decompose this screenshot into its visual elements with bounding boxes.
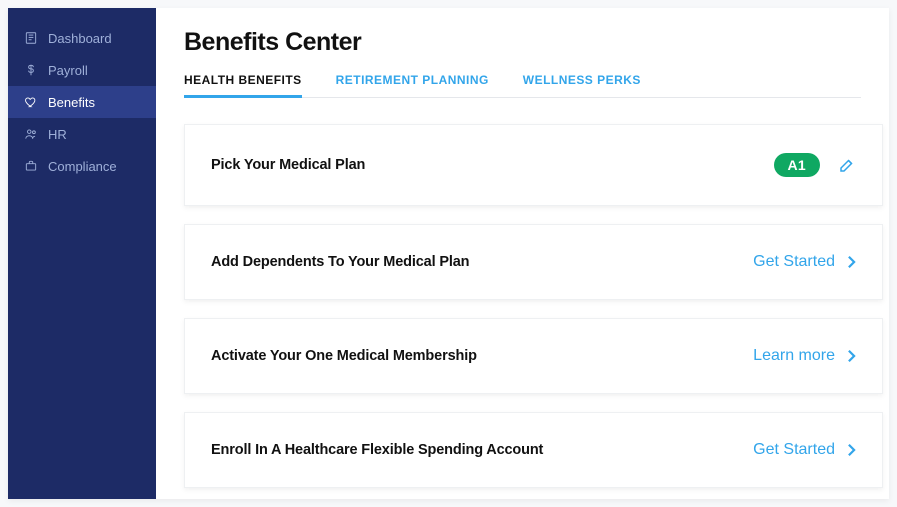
action-label: Get Started — [753, 253, 835, 271]
card-actions: Get Started — [753, 441, 856, 459]
card-add-dependents[interactable]: Add Dependents To Your Medical Plan Get … — [184, 224, 883, 300]
card-pick-medical-plan[interactable]: Pick Your Medical Plan A1 — [184, 124, 883, 206]
tab-health-benefits[interactable]: HEALTH BENEFITS — [184, 73, 302, 97]
action-label: Get Started — [753, 441, 835, 459]
dashboard-icon — [24, 31, 38, 45]
sidebar-item-compliance[interactable]: Compliance — [8, 150, 156, 182]
sidebar-item-payroll[interactable]: Payroll — [8, 54, 156, 86]
card-one-medical[interactable]: Activate Your One Medical Membership Lea… — [184, 318, 883, 394]
dollar-icon — [24, 63, 38, 77]
sidebar-item-benefits[interactable]: Benefits — [8, 86, 156, 118]
sidebar-item-label: Benefits — [48, 96, 95, 109]
sidebar-item-dashboard[interactable]: Dashboard — [8, 22, 156, 54]
main-content: Benefits Center HEALTH BENEFITS RETIREME… — [156, 8, 889, 499]
tab-label: RETIREMENT PLANNING — [336, 73, 489, 87]
learn-more-link[interactable]: Learn more — [753, 347, 856, 365]
card-title: Enroll In A Healthcare Flexible Spending… — [211, 442, 543, 458]
sidebar-item-label: HR — [48, 128, 67, 141]
tab-wellness-perks[interactable]: WELLNESS PERKS — [523, 73, 641, 97]
card-title: Pick Your Medical Plan — [211, 157, 365, 173]
card-title: Add Dependents To Your Medical Plan — [211, 254, 469, 270]
sidebar-item-hr[interactable]: HR — [8, 118, 156, 150]
heart-icon — [24, 95, 38, 109]
people-icon — [24, 127, 38, 141]
tab-label: HEALTH BENEFITS — [184, 73, 302, 87]
tab-label: WELLNESS PERKS — [523, 73, 641, 87]
chevron-right-icon — [847, 443, 856, 457]
pencil-icon[interactable] — [838, 156, 856, 174]
chevron-right-icon — [847, 255, 856, 269]
card-fsa-enroll[interactable]: Enroll In A Healthcare Flexible Spending… — [184, 412, 883, 488]
get-started-link[interactable]: Get Started — [753, 441, 856, 459]
sidebar-item-label: Payroll — [48, 64, 88, 77]
sidebar-item-label: Compliance — [48, 160, 117, 173]
get-started-link[interactable]: Get Started — [753, 253, 856, 271]
card-actions: Get Started — [753, 253, 856, 271]
app-shell: Dashboard Payroll Benefits HR Compliance — [8, 8, 889, 499]
card-actions: Learn more — [753, 347, 856, 365]
status-badge: A1 — [774, 153, 820, 177]
tab-bar: HEALTH BENEFITS RETIREMENT PLANNING WELL… — [184, 73, 861, 98]
sidebar: Dashboard Payroll Benefits HR Compliance — [8, 8, 156, 499]
action-label: Learn more — [753, 347, 835, 365]
card-title: Activate Your One Medical Membership — [211, 348, 477, 364]
card-list: Pick Your Medical Plan A1 Add Dependents… — [184, 124, 861, 488]
card-actions: A1 — [774, 153, 856, 177]
chevron-right-icon — [847, 349, 856, 363]
sidebar-item-label: Dashboard — [48, 32, 112, 45]
tab-retirement-planning[interactable]: RETIREMENT PLANNING — [336, 73, 489, 97]
briefcase-icon — [24, 159, 38, 173]
page-title: Benefits Center — [184, 28, 861, 57]
